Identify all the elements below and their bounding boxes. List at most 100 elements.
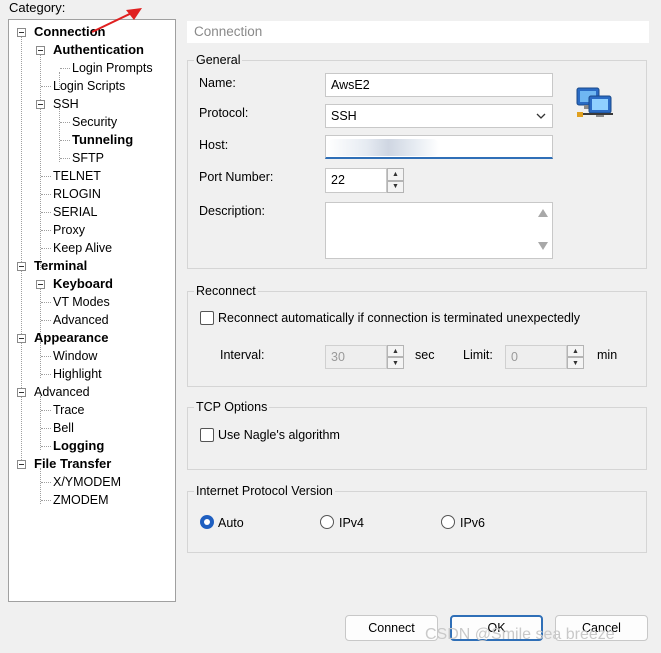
tree-line [41,410,51,411]
tree-line [60,140,70,141]
tree-line [41,230,51,231]
tree-item-zmodem[interactable]: ZMODEM [53,492,109,508]
tree-item-file-transfer[interactable]: File Transfer [34,456,111,472]
tree-item-rlogin[interactable]: RLOGIN [53,186,101,202]
panel-title: Connection [187,21,649,43]
watermark: CSDN @Smile sea breeze [425,626,615,643]
port-number-label: Port Number: [199,170,274,184]
tree-line [41,356,51,357]
protocol-label: Protocol: [199,106,249,120]
tree-item-keyboard[interactable]: Keyboard [53,276,113,292]
reconnect-checkbox-label[interactable]: Reconnect automatically if connection is… [218,311,580,325]
tree-line [60,68,70,69]
tree-item-trace[interactable]: Trace [53,402,85,418]
radio-ipv6-label[interactable]: IPv6 [460,516,485,530]
radio-ipv4-label[interactable]: IPv4 [339,516,364,530]
tree-item-terminal-advanced[interactable]: Advanced [53,312,109,328]
network-computers-icon [576,87,613,117]
reconnect-checkbox[interactable] [200,311,214,325]
collapse-icon[interactable] [36,100,45,109]
collapse-icon[interactable] [36,46,45,55]
tree-line [60,122,70,123]
tree-line [41,212,51,213]
arrow-up-icon[interactable]: ▲ [387,345,404,357]
interval-label: Interval: [220,348,265,362]
tree-line [41,446,51,447]
nagle-checkbox-label[interactable]: Use Nagle's algorithm [218,428,340,442]
tree-item-sftp[interactable]: SFTP [72,150,104,166]
tree-line [41,248,51,249]
scroll-up-icon[interactable] [538,209,548,217]
port-number-stepper[interactable]: ▲ ▼ [387,168,404,193]
tree-item-serial[interactable]: SERIAL [53,204,97,220]
host-redaction [327,139,439,156]
tree-line [41,428,51,429]
name-label: Name: [199,76,236,90]
arrow-up-icon[interactable]: ▲ [567,345,584,357]
tree-item-terminal[interactable]: Terminal [34,258,87,274]
collapse-icon[interactable] [17,334,26,343]
limit-label: Limit: [463,348,493,362]
interval-field[interactable]: 30 [325,345,387,369]
collapse-icon[interactable] [17,28,26,37]
arrow-down-icon[interactable]: ▼ [567,357,584,369]
description-scrollbar[interactable] [534,203,552,258]
radio-ipv4[interactable] [320,515,334,529]
ip-version-group-title: Internet Protocol Version [194,484,335,498]
tree-line [59,108,60,162]
description-label: Description: [199,204,265,218]
tree-line [21,36,22,468]
tree-item-telnet[interactable]: TELNET [53,168,101,184]
reconnect-group [187,291,647,387]
radio-ipv6[interactable] [441,515,455,529]
tree-item-login-prompts[interactable]: Login Prompts [72,60,153,76]
collapse-icon[interactable] [17,262,26,271]
tree-item-advanced[interactable]: Advanced [34,384,90,400]
protocol-value: SSH [331,109,357,123]
tree-item-bell[interactable]: Bell [53,420,74,436]
scroll-down-icon[interactable] [538,242,548,250]
reconnect-group-title: Reconnect [194,284,258,298]
tcp-options-group-title: TCP Options [194,400,270,414]
tree-item-appearance[interactable]: Appearance [34,330,108,346]
name-field[interactable]: AwsE2 [325,73,553,97]
arrow-down-icon[interactable]: ▼ [387,180,404,193]
port-number-field[interactable]: 22 [325,168,387,193]
limit-field[interactable]: 0 [505,345,567,369]
arrow-up-icon[interactable]: ▲ [387,168,404,181]
tree-line [41,194,51,195]
collapse-icon[interactable] [17,460,26,469]
collapse-icon[interactable] [36,280,45,289]
arrow-down-icon[interactable]: ▼ [387,357,404,369]
tree-line [40,468,41,504]
interval-stepper[interactable]: ▲ ▼ [387,345,404,369]
nagle-checkbox[interactable] [200,428,214,442]
tree-item-highlight[interactable]: Highlight [53,366,102,382]
tree-item-xymodem[interactable]: X/YMODEM [53,474,121,490]
chevron-down-icon [536,113,546,119]
tree-item-vt-modes[interactable]: VT Modes [53,294,110,310]
interval-unit: sec [415,348,435,362]
tree-item-login-scripts[interactable]: Login Scripts [53,78,125,94]
description-field[interactable] [325,202,553,259]
radio-auto[interactable] [200,515,214,529]
limit-stepper[interactable]: ▲ ▼ [567,345,584,369]
tree-line [41,86,51,87]
tree-item-window[interactable]: Window [53,348,97,364]
tree-item-tunneling[interactable]: Tunneling [72,132,133,148]
tree-line [41,320,51,321]
tree-item-ssh[interactable]: SSH [53,96,79,112]
tree-item-security[interactable]: Security [72,114,117,130]
tree-line [60,158,70,159]
tree-item-keep-alive[interactable]: Keep Alive [53,240,112,256]
tree-item-proxy[interactable]: Proxy [53,222,85,238]
protocol-select[interactable]: SSH [325,104,553,128]
tree-item-logging[interactable]: Logging [53,438,104,454]
radio-auto-label[interactable]: Auto [218,516,244,530]
limit-unit: min [597,348,618,362]
tree-line [40,342,41,378]
tree-item-authentication[interactable]: Authentication [53,42,144,58]
collapse-icon[interactable] [17,388,26,397]
category-tree[interactable]: Connection Authentication Login Prompts … [8,19,176,602]
tree-line [41,500,51,501]
